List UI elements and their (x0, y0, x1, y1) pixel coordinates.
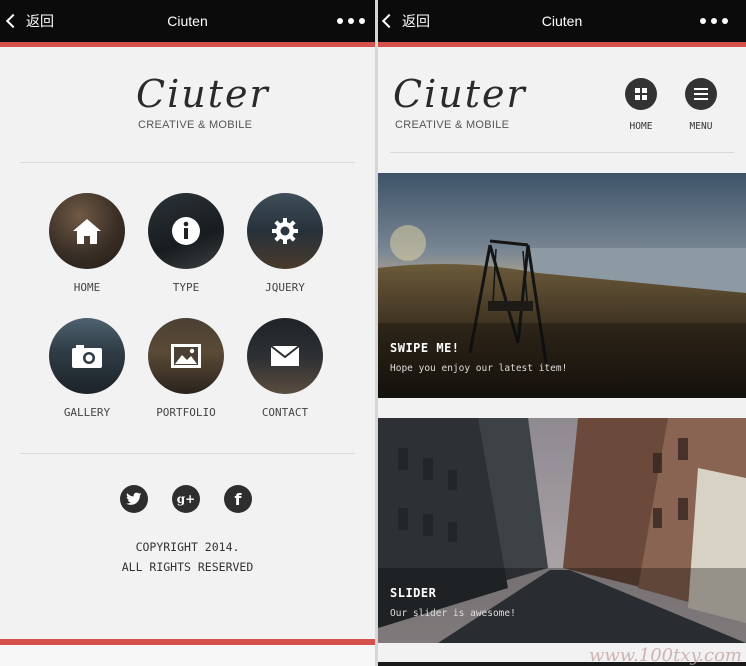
tile-image[interactable] (49, 318, 125, 394)
tile-image[interactable] (49, 193, 125, 269)
rights-text: ALL RIGHTS RESERVED (121, 560, 254, 574)
menu-tile-gallery[interactable]: GALLERY (49, 318, 125, 419)
grid-icon (635, 88, 647, 100)
google-plus-button[interactable]: g+ (172, 485, 200, 513)
twitter-icon (126, 492, 142, 505)
menu-tile-portfolio[interactable]: PORTFOLIO (148, 318, 224, 419)
home-icon (73, 219, 101, 244)
hamburger-icon (694, 88, 708, 100)
page-title: Ciuten (167, 13, 208, 29)
twitter-button[interactable] (120, 485, 148, 513)
footer-strip (0, 645, 375, 666)
site-tagline: CREATIVE & MOBILE (138, 119, 253, 131)
more-options-button[interactable] (700, 0, 728, 42)
envelope-icon (270, 345, 300, 366)
facebook-icon: f (234, 489, 242, 509)
tile-label: JQUERY (265, 281, 305, 294)
more-options-button[interactable] (337, 0, 365, 42)
slider-item[interactable]: SWIPE ME! Hope you enjoy our latest item… (378, 173, 746, 398)
slide-title: SWIPE ME! (390, 341, 460, 355)
gear-icon (272, 218, 298, 244)
copyright-text: COPYRIGHT 2014. (135, 540, 240, 554)
divider (390, 152, 734, 153)
menu-nav-label[interactable]: MENU (676, 121, 726, 132)
slide-subtitle: Hope you enjoy our latest item! (390, 363, 568, 374)
tile-label: CONTACT (261, 406, 309, 419)
slide-subtitle: Our slider is awesome! (390, 608, 516, 619)
dot-icon (348, 18, 354, 24)
dot-icon (359, 18, 365, 24)
home-nav-label[interactable]: HOME (616, 121, 666, 132)
info-icon (172, 217, 200, 245)
divider (20, 453, 355, 454)
google-plus-icon: g+ (176, 492, 196, 506)
slider-item[interactable]: SLIDER Our slider is awesome! (378, 418, 746, 643)
dot-icon (711, 18, 717, 24)
menu-tile-type[interactable]: TYPE (148, 193, 224, 294)
dot-icon (700, 18, 706, 24)
site-logo[interactable]: Ciuter (393, 72, 527, 116)
dot-icon (722, 18, 728, 24)
picture-icon (171, 344, 201, 368)
page-title: Ciuten (541, 13, 583, 29)
dot-icon (337, 18, 343, 24)
tile-image[interactable] (247, 193, 323, 269)
menu-tile-contact[interactable]: CONTACT (247, 318, 323, 419)
accent-bar-top (378, 42, 746, 47)
watermark: www.100txy.com (588, 645, 742, 666)
top-navigation-bar: 返回 Ciuten (378, 0, 746, 42)
menu-nav-button[interactable] (685, 78, 717, 110)
camera-icon (72, 345, 102, 368)
divider (20, 162, 355, 163)
left-phone-screen: 返回 Ciuten Ciuter CREATIVE & MOBILE HOME … (0, 0, 375, 666)
top-navigation-bar: 返回 Ciuten (0, 0, 375, 42)
facebook-button[interactable]: f (224, 485, 252, 513)
home-nav-button[interactable] (625, 78, 657, 110)
accent-bar-top (0, 42, 375, 47)
tile-image[interactable] (247, 318, 323, 394)
right-phone-screen: 返回 Ciuten Ciuter CREATIVE & MOBILE HOME … (378, 0, 746, 666)
tile-image[interactable] (148, 193, 224, 269)
menu-tile-home[interactable]: HOME (49, 193, 125, 294)
tile-image[interactable] (148, 318, 224, 394)
site-logo[interactable]: Ciuter (136, 72, 270, 116)
slide-title: SLIDER (390, 586, 437, 600)
menu-tile-jquery[interactable]: JQUERY (247, 193, 323, 294)
site-tagline: CREATIVE & MOBILE (395, 119, 510, 131)
